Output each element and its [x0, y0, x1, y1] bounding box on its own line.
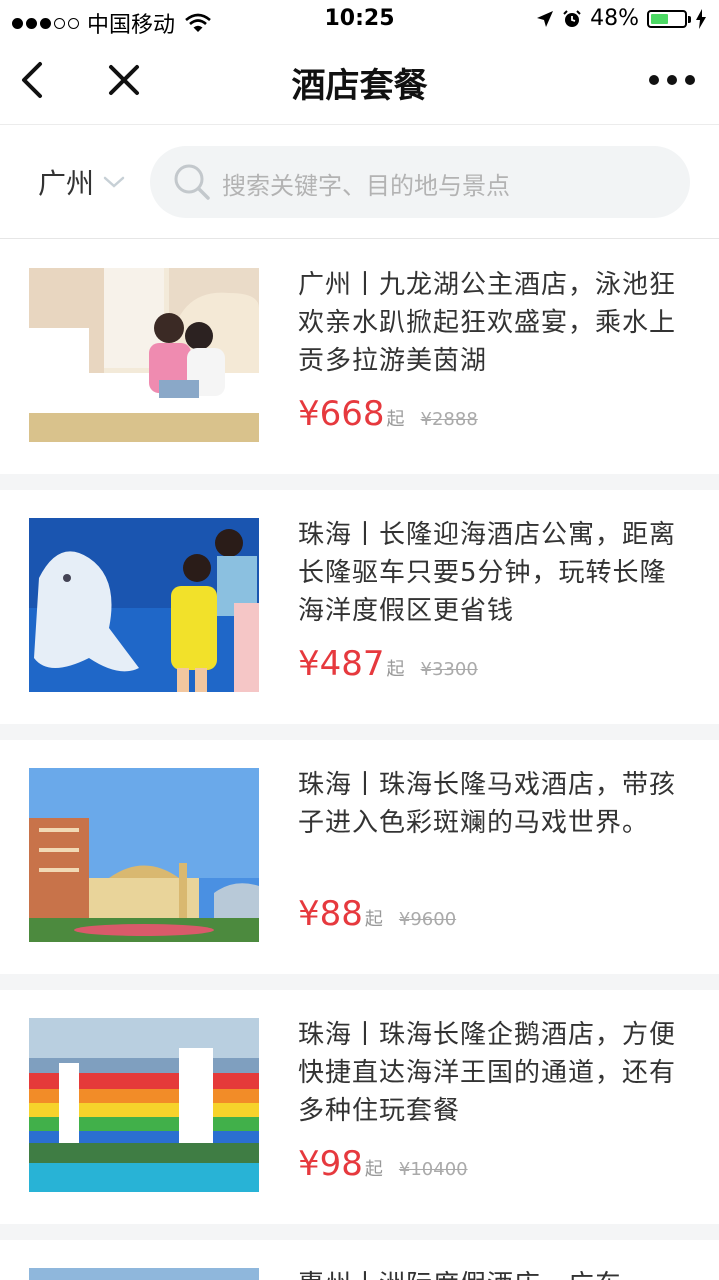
item-price: ¥98	[298, 1144, 363, 1184]
chevron-down-icon	[103, 176, 125, 188]
list-item[interactable]: 珠海丨长隆迎海酒店公寓，距离长隆驱车只要5分钟，玩转长隆海洋度假区更省钱 ¥48…	[0, 490, 719, 724]
list-item[interactable]: 珠海丨珠海长隆企鹅酒店，方便快捷直达海洋王国的通道，还有多种住玩套餐 ¥98 起…	[0, 990, 719, 1224]
item-title: 珠海丨珠海长隆马戏酒店，带孩子进入色彩斑斓的马戏世界。	[298, 770, 677, 838]
charging-icon	[696, 8, 706, 29]
city-label: 广州	[38, 167, 95, 200]
search-icon	[174, 164, 210, 200]
list-item[interactable]: 广州丨九龙湖公主酒店，泳池狂欢亲水趴掀起狂欢盛宴，乘水上贡多拉游美茵湖 ¥668…	[0, 240, 719, 474]
item-price: ¥88	[298, 894, 363, 934]
location-arrow-icon	[537, 10, 554, 27]
original-price: ¥3300	[420, 659, 478, 680]
price-suffix: 起	[386, 409, 405, 430]
list-item[interactable]: 珠海丨珠海长隆马戏酒店，带孩子进入色彩斑斓的马戏世界。 ¥88 起 ¥9600	[0, 740, 719, 974]
navigation-bar: 酒店套餐	[0, 40, 719, 125]
search-placeholder: 搜索关键字、目的地与景点	[222, 172, 510, 200]
item-title: 广州丨九龙湖公主酒店，泳池狂欢亲水趴掀起狂欢盛宴，乘水上贡多拉游美茵湖	[298, 270, 677, 376]
separator	[0, 1224, 719, 1240]
status-bar: 中国移动 10:25 48%	[0, 0, 719, 40]
price-suffix: 起	[386, 659, 405, 680]
search-input[interactable]: 搜索关键字、目的地与景点	[150, 146, 690, 218]
hotel-thumbnail	[29, 268, 259, 442]
search-area: 广州 搜索关键字、目的地与景点	[0, 132, 719, 239]
battery-percent: 48%	[590, 6, 639, 31]
price-suffix: 起	[364, 909, 383, 930]
item-title: 珠海丨长隆迎海酒店公寓，距离长隆驱车只要5分钟，玩转长隆海洋度假区更省钱	[298, 520, 677, 626]
hotel-thumbnail	[29, 768, 259, 942]
battery-icon	[647, 9, 691, 28]
list-item[interactable]: 惠州丨洲际度假酒店，广东	[0, 1240, 719, 1280]
hotel-list: 广州丨九龙湖公主酒店，泳池狂欢亲水趴掀起狂欢盛宴，乘水上贡多拉游美茵湖 ¥668…	[0, 240, 719, 1280]
item-price: ¥668	[298, 394, 385, 434]
hotel-thumbnail	[29, 1268, 259, 1280]
back-icon[interactable]	[14, 58, 50, 102]
item-price: ¥487	[298, 644, 385, 684]
alarm-icon	[563, 9, 581, 27]
close-icon[interactable]	[104, 60, 144, 100]
more-options-icon[interactable]	[649, 70, 697, 90]
price-suffix: 起	[364, 1159, 383, 1180]
item-title: 惠州丨洲际度假酒店，广东	[298, 1266, 678, 1280]
hotel-thumbnail	[29, 1018, 259, 1192]
city-selector[interactable]: 广州	[38, 162, 126, 202]
separator	[0, 724, 719, 740]
item-title: 珠海丨珠海长隆企鹅酒店，方便快捷直达海洋王国的通道，还有多种住玩套餐	[298, 1020, 677, 1126]
original-price: ¥9600	[398, 909, 457, 930]
original-price: ¥2888	[420, 409, 478, 430]
hotel-thumbnail	[29, 518, 259, 692]
original-price: ¥10400	[398, 1159, 468, 1180]
separator	[0, 474, 719, 490]
separator	[0, 974, 719, 990]
